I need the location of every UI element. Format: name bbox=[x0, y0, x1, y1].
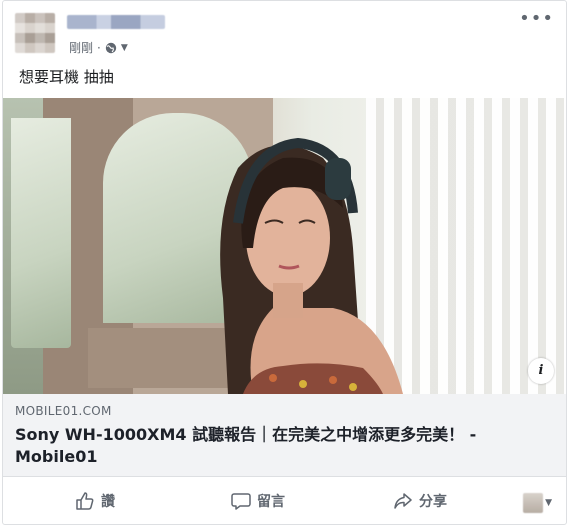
link-title[interactable]: Sony WH-1000XM4 試聽報告｜在完美之中增添更多完美！ - Mobi… bbox=[15, 424, 555, 468]
info-icon[interactable]: i bbox=[528, 358, 554, 384]
comment-label: 留言 bbox=[257, 494, 285, 510]
like-label: 讚 bbox=[101, 494, 115, 510]
globe-icon[interactable] bbox=[105, 42, 117, 54]
privacy-dropdown-icon[interactable]: ▼ bbox=[121, 43, 128, 53]
woman-with-headphones bbox=[220, 137, 403, 394]
comment-button[interactable]: 留言 bbox=[231, 491, 285, 511]
share-icon bbox=[394, 493, 412, 509]
link-preview-image[interactable]: i bbox=[3, 98, 566, 394]
author-name[interactable] bbox=[67, 15, 165, 29]
comment-icon bbox=[231, 493, 251, 510]
post-as-selector[interactable]: ▼ bbox=[523, 493, 552, 513]
author-avatar[interactable] bbox=[15, 13, 55, 53]
more-icon[interactable]: ••• bbox=[519, 10, 554, 28]
link-preview-box[interactable]: MOBILE01.COM Sony WH-1000XM4 試聽報告｜在完美之中增… bbox=[3, 394, 566, 477]
share-button[interactable]: 分享 bbox=[393, 491, 447, 511]
avatar bbox=[523, 493, 544, 513]
like-button[interactable]: 讚 bbox=[75, 491, 115, 511]
action-bar: 讚 留言 分享 ▼ bbox=[3, 477, 566, 524]
share-label: 分享 bbox=[419, 494, 447, 510]
post-meta: 剛剛 · ▼ bbox=[69, 39, 128, 56]
chevron-down-icon: ▼ bbox=[545, 498, 552, 508]
post-card: 剛剛 · ▼ ••• 想要耳機 抽抽 i MOBILE01.COM Sony W… bbox=[2, 0, 567, 525]
post-time[interactable]: 剛剛 bbox=[69, 39, 93, 56]
post-text: 想要耳機 抽抽 bbox=[19, 68, 114, 86]
thumbs-up-icon bbox=[76, 492, 94, 510]
link-domain: MOBILE01.COM bbox=[15, 404, 112, 418]
